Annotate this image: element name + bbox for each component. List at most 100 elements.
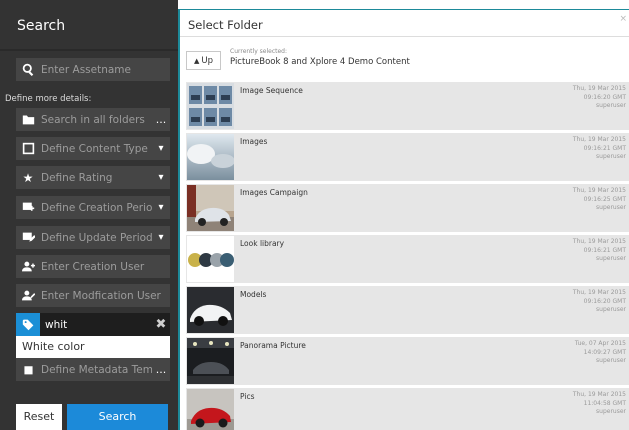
folder-name: Look library [240, 239, 285, 248]
folder-time: 09:16:21 GMT [583, 144, 626, 152]
folder-meta: Thu, 19 Mar 2015 09:16:21 GMT superuser [573, 238, 626, 264]
folder-thumbnail [187, 389, 234, 430]
folder-name: Pics [240, 392, 255, 401]
folder-name: Models [240, 290, 267, 299]
metadata-template-label: Define Metadata Template [41, 363, 152, 376]
calendar-edit-icon [16, 226, 40, 249]
folder-time: 09:16:25 GMT [583, 195, 626, 203]
folder-time: 09:16:20 GMT [583, 93, 626, 101]
tag-input-value[interactable]: whit [40, 319, 152, 331]
template-icon [16, 358, 40, 381]
folder-date: Tue, 07 Apr 2015 [574, 340, 626, 347]
up-button[interactable]: ▲ Up [186, 51, 221, 70]
assetname-placeholder: Enter Assetname [41, 63, 131, 76]
close-icon[interactable]: × [619, 14, 627, 24]
tag-icon [16, 313, 40, 336]
folder-user: superuser [596, 102, 626, 109]
caret-down-icon: ▾ [158, 172, 164, 183]
folder-selector-label: Search in all folders [41, 113, 145, 126]
current-selection-label: Currently selected: [230, 48, 288, 55]
modification-user-placeholder: Enter Modfication User [41, 289, 161, 302]
modification-user-input[interactable]: Enter Modfication User [16, 284, 170, 307]
folder-name: Images [240, 137, 268, 146]
metadata-more-button[interactable]: ... [152, 363, 170, 376]
folder-date: Thu, 19 Mar 2015 [572, 136, 626, 143]
folder-thumbnail [187, 83, 234, 129]
folder-row[interactable]: Models Thu, 19 Mar 2015 09:16:20 GMT sup… [186, 286, 629, 334]
folder-meta: Thu, 19 Mar 2015 09:16:25 GMT superuser [573, 187, 626, 213]
caret-down-icon: ▾ [158, 232, 164, 243]
metadata-template-selector[interactable]: Define Metadata Template ... [16, 358, 170, 381]
search-icon [16, 58, 40, 81]
folder-thumbnail [187, 236, 234, 282]
folder-selector[interactable]: Search in all folders ... [16, 108, 170, 131]
folder-thumbnail [187, 338, 234, 384]
update-period-label: Define Update Period [41, 231, 152, 244]
folder-row[interactable]: Pics Thu, 19 Mar 2015 11:04:58 GMT super… [186, 388, 629, 430]
reset-button[interactable]: Reset [16, 404, 62, 430]
folder-row[interactable]: Image Sequence Thu, 19 Mar 2015 09:16:20… [186, 82, 629, 130]
creation-user-input[interactable]: Enter Creation User [16, 255, 170, 278]
folder-thumbnail [187, 134, 234, 180]
search-panel: Search Enter Assetname Define more detai… [0, 0, 178, 430]
divider [180, 36, 629, 37]
rating-dropdown[interactable]: ★ Define Rating ▾ [16, 166, 170, 189]
folder-icon [16, 108, 40, 131]
folder-user: superuser [596, 153, 626, 160]
folder-time: 09:16:20 GMT [583, 297, 626, 305]
caret-down-icon: ▾ [158, 143, 164, 154]
creation-period-label: Define Creation Period [41, 201, 152, 214]
folder-meta: Tue, 07 Apr 2015 14:09:27 GMT superuser [575, 340, 626, 366]
folder-thumbnail [187, 287, 234, 333]
user-add-icon [16, 255, 40, 278]
folder-time: 09:16:21 GMT [583, 246, 626, 254]
content-type-label: Define Content Type [41, 142, 148, 155]
checkbox-icon [16, 137, 40, 160]
folder-meta: Thu, 19 Mar 2015 09:16:21 GMT superuser [573, 136, 626, 162]
folder-row[interactable]: Images Thu, 19 Mar 2015 09:16:21 GMT sup… [186, 133, 629, 181]
clear-icon[interactable]: ✖ [152, 317, 170, 332]
folder-thumbnail [187, 185, 234, 231]
folder-meta: Thu, 19 Mar 2015 09:16:20 GMT superuser [573, 85, 626, 111]
rating-label: Define Rating [41, 171, 113, 184]
creation-period-dropdown[interactable]: Define Creation Period ▾ [16, 196, 170, 219]
folder-row[interactable]: Look library Thu, 19 Mar 2015 09:16:21 G… [186, 235, 629, 283]
content-type-dropdown[interactable]: Define Content Type ▾ [16, 137, 170, 160]
user-edit-icon [16, 284, 40, 307]
tag-input[interactable]: whit ✖ [16, 313, 170, 336]
assetname-input[interactable]: Enter Assetname [16, 58, 170, 81]
folder-date: Thu, 19 Mar 2015 [572, 391, 626, 398]
folder-name: Image Sequence [240, 86, 303, 95]
folder-date: Thu, 19 Mar 2015 [572, 85, 626, 92]
folder-date: Thu, 19 Mar 2015 [572, 289, 626, 296]
current-selection-value: PictureBook 8 and Xplore 4 Demo Content [230, 57, 410, 67]
search-button[interactable]: Search [67, 404, 168, 430]
folder-user: superuser [596, 255, 626, 262]
folder-user: superuser [596, 306, 626, 313]
arrow-up-icon: ▲ [193, 56, 200, 65]
folder-row[interactable]: Panorama Picture Tue, 07 Apr 2015 14:09:… [186, 337, 629, 385]
up-button-label: Up [201, 55, 213, 66]
folder-more-button[interactable]: ... [152, 113, 170, 126]
divider [0, 49, 178, 51]
folder-user: superuser [596, 408, 626, 415]
folder-time: 14:09:27 GMT [583, 348, 626, 356]
folder-date: Thu, 19 Mar 2015 [572, 187, 626, 194]
caret-down-icon: ▾ [158, 202, 164, 213]
folder-name: Panorama Picture [240, 341, 306, 350]
select-folder-dialog: Select Folder × ▲ Up Currently selected:… [178, 9, 629, 430]
folder-meta: Thu, 19 Mar 2015 11:04:58 GMT superuser [573, 391, 626, 417]
folder-time: 11:04:58 GMT [583, 399, 626, 407]
folder-user: superuser [596, 357, 626, 364]
dialog-title: Select Folder [188, 18, 263, 32]
update-period-dropdown[interactable]: Define Update Period ▾ [16, 226, 170, 249]
folder-date: Thu, 19 Mar 2015 [572, 238, 626, 245]
creation-user-placeholder: Enter Creation User [41, 260, 145, 273]
more-details-label: Define more details: [5, 94, 92, 104]
search-title: Search [17, 18, 66, 34]
star-icon: ★ [22, 170, 34, 185]
folder-user: superuser [596, 204, 626, 211]
folder-row[interactable]: Images Campaign Thu, 19 Mar 2015 09:16:2… [186, 184, 629, 232]
folder-name: Images Campaign [240, 188, 308, 197]
suggestion-item[interactable]: White color [16, 336, 170, 358]
